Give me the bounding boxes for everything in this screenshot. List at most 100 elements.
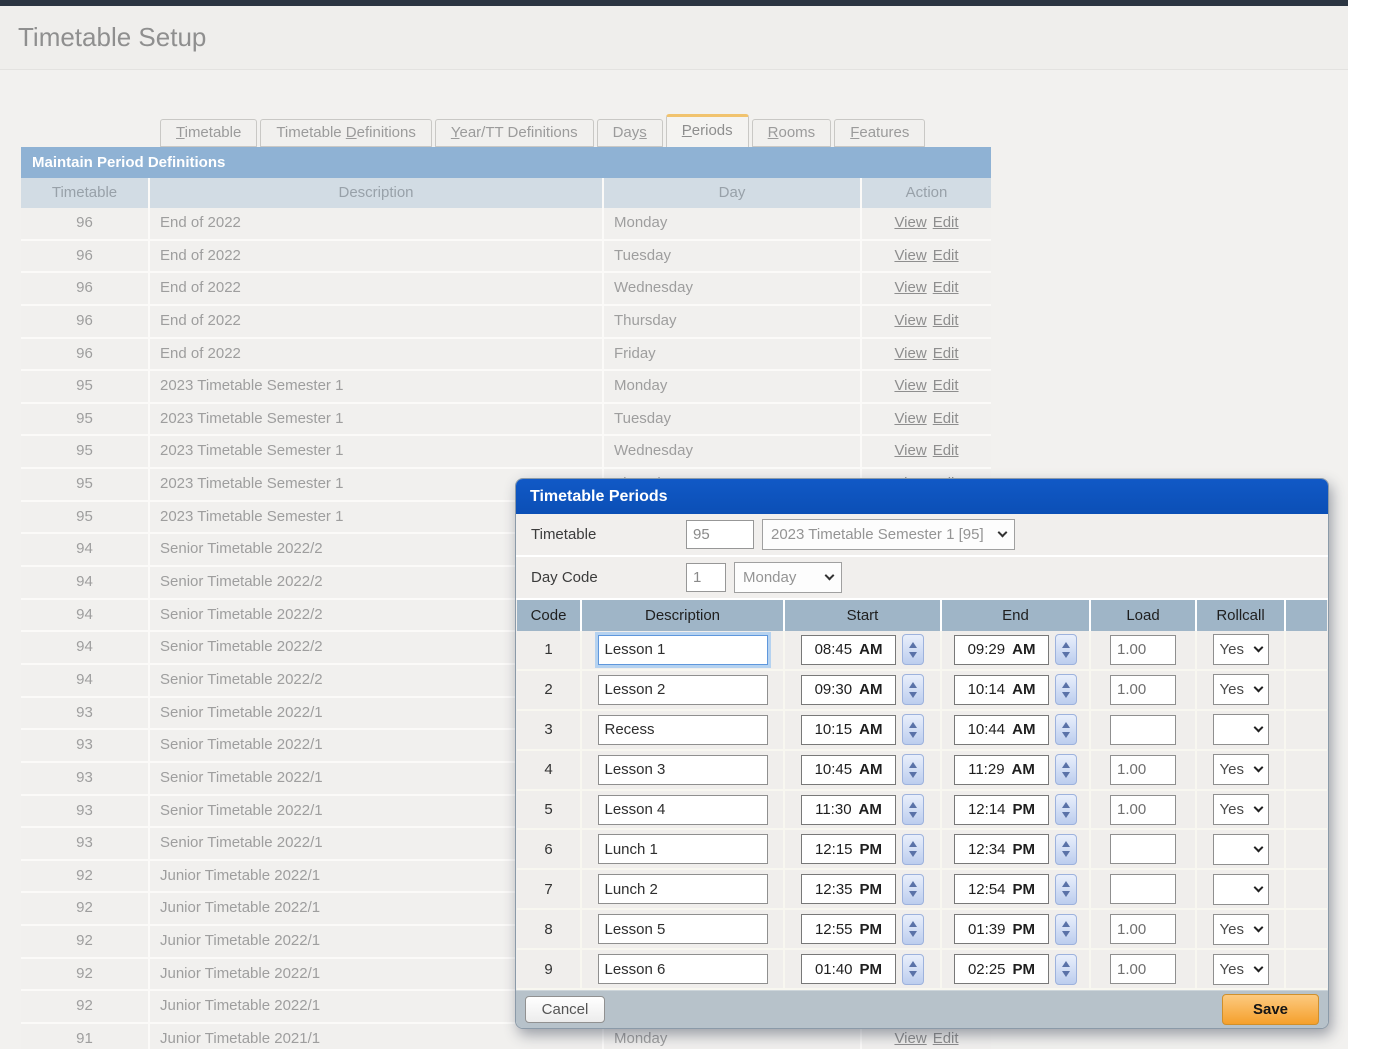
view-link[interactable]: View bbox=[894, 377, 926, 394]
edit-link[interactable]: Edit bbox=[933, 377, 959, 394]
end-time-stepper[interactable] bbox=[1055, 714, 1077, 745]
start-time-stepper[interactable] bbox=[902, 914, 924, 945]
tab-timetable[interactable]: Timetable bbox=[160, 119, 257, 147]
end-time-stepper[interactable] bbox=[1055, 634, 1077, 665]
edit-link[interactable]: Edit bbox=[933, 247, 959, 264]
view-link[interactable]: View bbox=[894, 279, 926, 296]
start-time-stepper[interactable] bbox=[902, 834, 924, 865]
end-time-input[interactable]: 01:39PM bbox=[954, 914, 1049, 944]
period-description-input[interactable] bbox=[598, 635, 768, 665]
start-time-input[interactable]: 12:15PM bbox=[801, 834, 896, 864]
day-code-input[interactable] bbox=[686, 563, 726, 592]
start-time-stepper[interactable] bbox=[902, 674, 924, 705]
day-cell: Monday bbox=[604, 371, 862, 402]
end-time-input[interactable]: 12:34PM bbox=[954, 834, 1049, 864]
tab-year-tt-definitions[interactable]: Year/TT Definitions bbox=[435, 119, 594, 147]
view-link[interactable]: View bbox=[894, 410, 926, 427]
end-time-stepper[interactable] bbox=[1055, 754, 1077, 785]
end-time-input[interactable]: 10:14AM bbox=[954, 675, 1049, 705]
rollcall-select[interactable] bbox=[1213, 874, 1269, 905]
start-time-stepper[interactable] bbox=[902, 954, 924, 985]
save-button[interactable]: Save bbox=[1222, 994, 1319, 1025]
rollcall-select[interactable]: Yes bbox=[1213, 954, 1269, 985]
edit-link[interactable]: Edit bbox=[933, 1030, 959, 1047]
period-load-input[interactable] bbox=[1110, 834, 1176, 864]
rollcall-select[interactable]: Yes bbox=[1213, 674, 1269, 705]
end-time-input[interactable]: 12:14PM bbox=[954, 795, 1049, 825]
start-time-input[interactable]: 01:40PM bbox=[801, 954, 896, 984]
edit-link[interactable]: Edit bbox=[933, 442, 959, 459]
start-time-input[interactable]: 08:45AM bbox=[801, 635, 896, 665]
period-description-input[interactable] bbox=[598, 715, 768, 745]
period-description-input[interactable] bbox=[598, 795, 768, 825]
end-time-stepper[interactable] bbox=[1055, 834, 1077, 865]
action-cell: View Edit bbox=[862, 241, 991, 272]
end-time-input[interactable]: 10:44AM bbox=[954, 715, 1049, 745]
edit-link[interactable]: Edit bbox=[933, 279, 959, 296]
start-time-input[interactable]: 11:30AM bbox=[801, 795, 896, 825]
start-time-input[interactable]: 12:55PM bbox=[801, 914, 896, 944]
rollcall-select[interactable]: Yes bbox=[1213, 754, 1269, 785]
end-time-stepper[interactable] bbox=[1055, 674, 1077, 705]
end-time-input[interactable]: 12:54PM bbox=[954, 874, 1049, 904]
tab-rooms[interactable]: Rooms bbox=[752, 119, 832, 147]
end-time-value: 10:14 bbox=[968, 681, 1006, 698]
start-time-stepper[interactable] bbox=[902, 714, 924, 745]
rollcall-select[interactable]: Yes bbox=[1213, 914, 1269, 945]
end-time-stepper[interactable] bbox=[1055, 914, 1077, 945]
start-time-stepper[interactable] bbox=[902, 794, 924, 825]
period-load-input[interactable] bbox=[1110, 635, 1176, 665]
rollcall-select[interactable] bbox=[1213, 834, 1269, 865]
period-load-input[interactable] bbox=[1110, 675, 1176, 705]
end-time-input[interactable]: 02:25PM bbox=[954, 954, 1049, 984]
end-time-stepper[interactable] bbox=[1055, 794, 1077, 825]
start-time-input[interactable]: 10:15AM bbox=[801, 715, 896, 745]
view-link[interactable]: View bbox=[894, 312, 926, 329]
tab-timetable-definitions[interactable]: Timetable Definitions bbox=[260, 119, 432, 147]
period-description-input[interactable] bbox=[598, 834, 768, 864]
period-description-input[interactable] bbox=[598, 914, 768, 944]
rollcall-select[interactable]: Yes bbox=[1213, 794, 1269, 825]
period-load-input[interactable] bbox=[1110, 954, 1176, 984]
start-time-stepper[interactable] bbox=[902, 634, 924, 665]
end-time-stepper[interactable] bbox=[1055, 954, 1077, 985]
end-time-stepper[interactable] bbox=[1055, 874, 1077, 905]
edit-link[interactable]: Edit bbox=[933, 312, 959, 329]
day-select[interactable]: Monday bbox=[734, 562, 842, 593]
tab-days[interactable]: Days bbox=[597, 119, 663, 147]
tab-periods[interactable]: Periods bbox=[666, 114, 749, 147]
end-time-input[interactable]: 11:29AM bbox=[954, 755, 1049, 785]
period-description-input[interactable] bbox=[598, 755, 768, 785]
period-load-input[interactable] bbox=[1110, 874, 1176, 904]
view-link[interactable]: View bbox=[894, 247, 926, 264]
period-load-input[interactable] bbox=[1110, 914, 1176, 944]
start-time-value: 12:15 bbox=[815, 841, 853, 858]
cancel-button[interactable]: Cancel bbox=[525, 996, 605, 1023]
view-link[interactable]: View bbox=[894, 442, 926, 459]
period-load-input[interactable] bbox=[1110, 715, 1176, 745]
edit-link[interactable]: Edit bbox=[933, 410, 959, 427]
period-description-input[interactable] bbox=[598, 675, 768, 705]
period-load-input[interactable] bbox=[1110, 755, 1176, 785]
timetable-code-input[interactable] bbox=[686, 520, 754, 549]
view-link[interactable]: View bbox=[894, 1030, 926, 1047]
period-end-cell: 11:29AM bbox=[942, 751, 1091, 789]
end-time-input[interactable]: 09:29AM bbox=[954, 635, 1049, 665]
start-time-input[interactable]: 09:30AM bbox=[801, 675, 896, 705]
edit-link[interactable]: Edit bbox=[933, 214, 959, 231]
tab-features[interactable]: Features bbox=[834, 119, 925, 147]
periods-body: 108:45AM09:29AMYes209:30AM10:14AMYes310:… bbox=[517, 631, 1327, 990]
start-time-input[interactable]: 10:45AM bbox=[801, 755, 896, 785]
period-description-input[interactable] bbox=[598, 954, 768, 984]
rollcall-select[interactable] bbox=[1213, 714, 1269, 745]
rollcall-select[interactable]: Yes bbox=[1213, 634, 1269, 665]
start-time-input[interactable]: 12:35PM bbox=[801, 874, 896, 904]
view-link[interactable]: View bbox=[894, 345, 926, 362]
period-load-input[interactable] bbox=[1110, 795, 1176, 825]
timetable-select[interactable]: 2023 Timetable Semester 1 [95] bbox=[762, 519, 1015, 550]
view-link[interactable]: View bbox=[894, 214, 926, 231]
start-time-stepper[interactable] bbox=[902, 874, 924, 905]
period-description-input[interactable] bbox=[598, 874, 768, 904]
start-time-stepper[interactable] bbox=[902, 754, 924, 785]
edit-link[interactable]: Edit bbox=[933, 345, 959, 362]
